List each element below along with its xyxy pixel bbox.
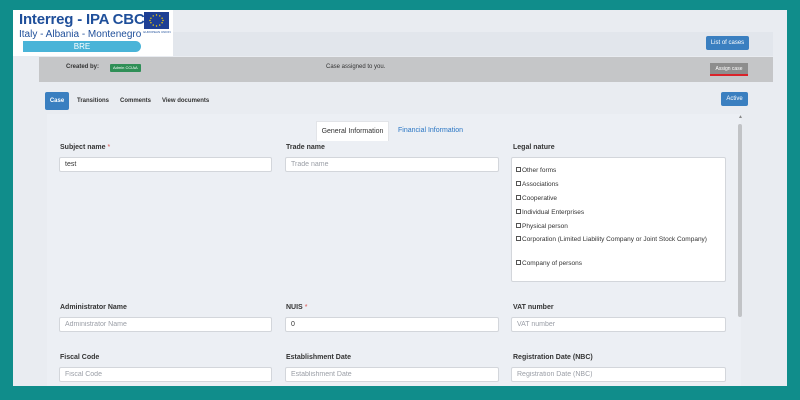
checkbox[interactable] (516, 209, 521, 214)
eu-flag-icon (144, 12, 169, 29)
logo-band: BRE (23, 41, 141, 52)
legal-nature-checklist: Other forms Associations Cooperative Ind… (511, 157, 726, 282)
nuis-label: NUIS * (286, 304, 307, 311)
required-mark: * (304, 304, 308, 311)
checkbox[interactable] (516, 223, 521, 228)
subject-name-label: Subject name * (60, 144, 110, 151)
establishment-date-input[interactable] (285, 367, 499, 382)
legal-option-label: Individual Enterprises (522, 209, 585, 216)
scroll-thumb[interactable] (738, 124, 742, 317)
logo-subtitle: Italy - Albania - Montenegro (19, 29, 142, 40)
nuis-input[interactable] (285, 317, 499, 332)
legal-option-other-forms[interactable]: Other forms (516, 166, 556, 175)
checkbox[interactable] (516, 260, 521, 265)
fiscal-code-label: Fiscal Code (60, 354, 100, 361)
scroll-up-icon[interactable]: ▲ (738, 114, 743, 120)
nuis-label-text: NUIS (286, 304, 303, 311)
checkbox[interactable] (516, 167, 521, 172)
logo-title: Interreg - IPA CBC (19, 11, 145, 28)
logo-program: BRE (73, 42, 91, 51)
tab-transitions[interactable]: Transitions (77, 92, 109, 110)
administrator-name-input[interactable] (59, 317, 272, 332)
created-by-label: Created by: (66, 64, 100, 70)
registration-date-input[interactable] (511, 367, 726, 382)
legal-option-label: Cooperative (522, 195, 558, 202)
subject-name-label-text: Subject name (60, 144, 106, 151)
checkbox[interactable] (516, 236, 521, 241)
assign-case-button[interactable]: Assign case (710, 63, 748, 76)
app-screen: Interreg - IPA CBC Italy - Albania - Mon… (13, 10, 787, 386)
assigned-message: Case assigned to you. (326, 64, 386, 70)
form-scrollbar[interactable]: ▲ (736, 114, 744, 386)
administrator-name-label: Administrator Name (60, 304, 127, 311)
case-info-bar: Created by: Admin CCIAA Case assigned to… (39, 57, 773, 82)
legal-option-company-of-persons[interactable]: Company of persons (516, 259, 582, 268)
registration-date-label: Registration Date (NBC) (513, 354, 593, 361)
tab-view-documents[interactable]: View documents (162, 92, 209, 110)
tab-case[interactable]: Case (45, 92, 69, 110)
vat-number-label: VAT number (513, 304, 554, 311)
legal-option-label: Company of persons (522, 260, 582, 267)
legal-option-cooperative[interactable]: Cooperative (516, 194, 557, 203)
trade-name-input[interactable] (285, 157, 499, 172)
legal-option-label: Other forms (522, 167, 557, 174)
tab-comments[interactable]: Comments (120, 92, 151, 110)
list-cases-button[interactable]: List of cases (706, 36, 749, 50)
trade-name-label: Trade name (286, 144, 325, 151)
interreg-logo: Interreg - IPA CBC Italy - Albania - Mon… (13, 10, 173, 56)
subtab-financial-information[interactable]: Financial Information (398, 121, 463, 141)
legal-option-physical-person[interactable]: Physical person (516, 222, 568, 231)
required-mark: * (107, 144, 111, 151)
legal-option-corporation[interactable]: Corporation (Limited Liability Company o… (516, 235, 711, 244)
subject-name-input[interactable] (59, 157, 272, 172)
legal-option-label: Corporation (Limited Liability Company o… (522, 236, 707, 243)
establishment-date-label: Establishment Date (286, 354, 351, 361)
subtab-general-information[interactable]: General Information (316, 121, 389, 141)
legal-nature-label: Legal nature (513, 144, 555, 151)
legal-option-label: Associations (522, 181, 559, 188)
legal-option-label: Physical person (522, 223, 568, 230)
creator-badge: Admin CCIAA (110, 64, 141, 72)
eu-caption: EUROPEAN UNION (143, 30, 171, 34)
vat-number-input[interactable] (511, 317, 726, 332)
fiscal-code-input[interactable] (59, 367, 272, 382)
checkbox[interactable] (516, 195, 521, 200)
status-active-button[interactable]: Active (721, 92, 748, 106)
legal-option-individual-enterprises[interactable]: Individual Enterprises (516, 208, 584, 217)
legal-option-associations[interactable]: Associations (516, 180, 559, 189)
checkbox[interactable] (516, 181, 521, 186)
